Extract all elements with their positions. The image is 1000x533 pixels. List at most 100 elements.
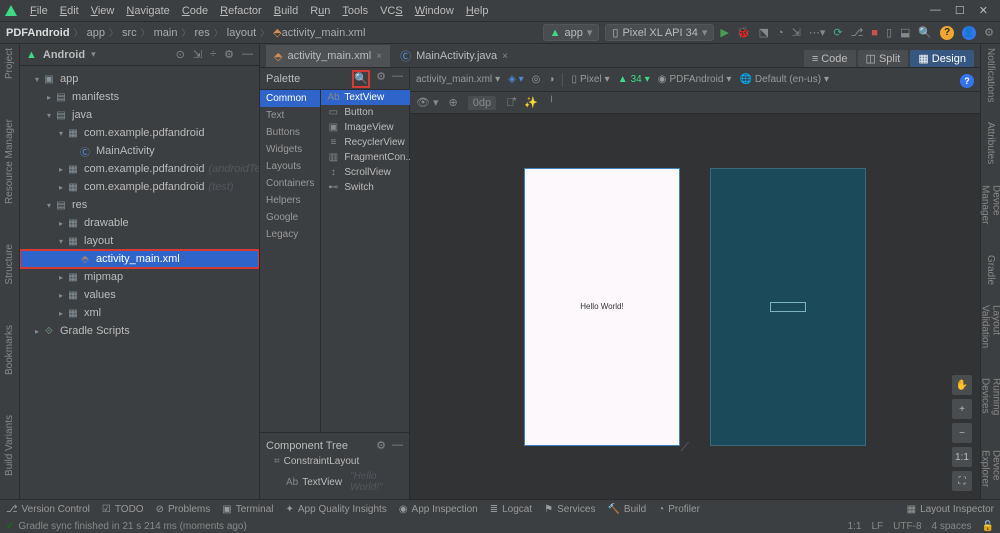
tree-main-activity[interactable]: ⒸMainActivity <box>20 142 259 160</box>
device-type-selector[interactable]: ▯ Pixel ▾ <box>571 74 609 85</box>
zoom-reset[interactable]: 1:1 <box>952 447 972 467</box>
crumb-project[interactable]: PDFAndroid <box>6 27 70 39</box>
menu-file[interactable]: File <box>24 5 54 17</box>
bottom-build[interactable]: 🔨 Build <box>607 504 646 515</box>
strip-bookmarks[interactable]: Bookmarks <box>4 325 15 375</box>
maximize-icon[interactable]: ☐ <box>955 4 965 17</box>
menu-navigate[interactable]: Navigate <box>120 5 175 17</box>
palette-item-recyclerview[interactable]: ≡RecyclerView <box>321 135 419 150</box>
panel-settings-icon[interactable]: ⚙ <box>224 48 234 61</box>
strip-notifications[interactable]: Notifications <box>985 48 996 102</box>
palette-item-fragment[interactable]: ▥FragmentCon... <box>321 150 419 165</box>
strip-project[interactable]: Project <box>4 48 15 79</box>
tree-package-test[interactable]: ▸▦com.example.pdfandroid(test) <box>20 178 259 196</box>
view-mode-design[interactable]: ▦ Design <box>910 50 974 67</box>
coverage-button[interactable]: ⬔ <box>759 26 769 39</box>
infer-constraints-icon[interactable]: ✨ <box>524 96 538 109</box>
palette-item-textview[interactable]: AbTextView <box>321 90 419 105</box>
tree-package-androidtest[interactable]: ▸▦com.example.pdfandroid(androidTest) <box>20 160 259 178</box>
close-tab-icon[interactable]: × <box>376 51 382 62</box>
zoom-in-icon[interactable]: + <box>952 399 972 419</box>
view-options-icon[interactable]: 👁 ▾ <box>416 96 439 109</box>
system-ui-icon[interactable]: ◎ <box>532 74 541 85</box>
bottom-profiler[interactable]: ◔ Profiler <box>658 504 700 515</box>
bottom-quality[interactable]: ✦ App Quality Insights <box>285 504 386 515</box>
status-encoding[interactable]: UTF-8 <box>893 521 921 532</box>
palette-search-icon[interactable]: 🔍 <box>352 70 370 88</box>
autoconnect-icon[interactable]: ⊕ <box>449 96 458 109</box>
tree-values[interactable]: ▸▦values <box>20 286 259 304</box>
zoom-out-icon[interactable]: − <box>952 423 972 443</box>
bottom-todo[interactable]: ☑ TODO <box>102 504 144 515</box>
api-selector[interactable]: ▲ 34 ▾ <box>618 74 650 85</box>
strip-build-variants[interactable]: Build Variants <box>4 415 15 476</box>
strip-layout-validation[interactable]: Layout Validation <box>980 305 1000 358</box>
tree-layout[interactable]: ▾▦layout <box>20 232 259 250</box>
bottom-version-control[interactable]: ⎇ Version Control <box>6 504 90 515</box>
status-position[interactable]: 1:1 <box>848 521 862 532</box>
layout-variant-selector[interactable]: activity_main.xml ▾ <box>416 74 500 85</box>
profile-button[interactable]: ◔ <box>777 27 784 39</box>
menu-run[interactable]: Run <box>304 5 336 17</box>
strip-gradle[interactable]: Gradle <box>985 255 996 285</box>
close-tab-icon[interactable]: × <box>502 51 508 62</box>
tree-mipmap[interactable]: ▸▦mipmap <box>20 268 259 286</box>
palette-item-scrollview[interactable]: ↕ScrollView <box>321 165 419 180</box>
menu-tools[interactable]: Tools <box>336 5 374 17</box>
bottom-logcat[interactable]: ≣ Logcat <box>490 504 532 515</box>
palette-cat-legacy[interactable]: Legacy <box>260 226 320 243</box>
sync-button[interactable]: ⟳ <box>833 26 842 39</box>
palette-cat-containers[interactable]: Containers <box>260 175 320 192</box>
view-mode-split[interactable]: ◫ Split <box>858 50 909 67</box>
strip-running-devices[interactable]: Running Devices <box>980 378 1000 430</box>
device-selector[interactable]: ▯ Pixel XL API 34 ▾ <box>605 24 714 41</box>
tree-package[interactable]: ▾▦com.example.pdfandroid <box>20 124 259 142</box>
menu-vcs[interactable]: VCS <box>374 5 409 17</box>
strip-structure[interactable]: Structure <box>4 244 15 285</box>
menu-code[interactable]: Code <box>176 5 214 17</box>
menu-window[interactable]: Window <box>409 5 460 17</box>
bottom-layout-inspector[interactable]: ▦ Layout Inspector <box>907 504 994 515</box>
orientation-icon[interactable]: ◈ ▾ <box>508 74 524 85</box>
theme-selector[interactable]: ◉ PDFAndroid ▾ <box>658 74 732 85</box>
clear-constraints-icon[interactable]: ✖⃰ <box>506 97 514 109</box>
minimize-icon[interactable]: — <box>930 4 941 17</box>
panel-view-dropdown[interactable]: ▾ <box>91 49 96 60</box>
menu-build[interactable]: Build <box>268 5 304 17</box>
run-button[interactable]: ▶ <box>720 26 728 39</box>
bottom-inspection[interactable]: ◉ App Inspection <box>399 504 478 515</box>
palette-cat-common[interactable]: Common <box>260 90 320 107</box>
strip-attributes[interactable]: Attributes <box>985 122 996 164</box>
tab-activity-main[interactable]: ⬘ activity_main.xml × <box>266 45 390 67</box>
comp-constraintlayout[interactable]: ⌗ConstraintLayout <box>266 454 403 469</box>
crumb-res[interactable]: res <box>195 27 210 39</box>
default-margin[interactable]: 0dp <box>468 96 496 110</box>
palette-cat-layouts[interactable]: Layouts <box>260 158 320 175</box>
tree-xml[interactable]: ▸▦xml <box>20 304 259 322</box>
search-everywhere-icon[interactable]: 🔍 <box>918 26 932 39</box>
tree-activity-main-xml[interactable]: ⬘activity_main.xml <box>20 250 259 268</box>
palette-hide-icon[interactable]: — <box>392 70 403 88</box>
select-opened-icon[interactable]: ⊙ <box>176 48 185 61</box>
status-readonly-icon[interactable]: 🔓 <box>982 521 994 532</box>
menu-edit[interactable]: Edit <box>54 5 85 17</box>
panel-title[interactable]: Android <box>43 49 85 61</box>
hide-panel-icon[interactable]: — <box>242 48 253 61</box>
menu-view[interactable]: View <box>85 5 121 17</box>
crumb-src[interactable]: src <box>122 27 137 39</box>
tree-gradle-scripts[interactable]: ▸⟐Gradle Scripts <box>20 322 259 340</box>
bottom-terminal[interactable]: ▣ Terminal <box>222 504 273 515</box>
palette-settings-icon[interactable]: ⚙ <box>376 70 386 88</box>
palette-cat-helpers[interactable]: Helpers <box>260 192 320 209</box>
attach-button[interactable]: ⇲ <box>792 26 801 39</box>
help-icon[interactable]: ? <box>940 26 954 40</box>
menu-help[interactable]: Help <box>460 5 495 17</box>
tab-main-activity[interactable]: Ⓒ MainActivity.java × <box>392 45 516 67</box>
bottom-problems[interactable]: ⊘ Problems <box>156 504 211 515</box>
palette-item-imageview[interactable]: ▣ImageView <box>321 120 419 135</box>
palette-cat-google[interactable]: Google <box>260 209 320 226</box>
blueprint-textview[interactable] <box>770 302 806 312</box>
tree-manifests[interactable]: ▸▤manifests <box>20 88 259 106</box>
crumb-main[interactable]: main <box>154 27 178 39</box>
run-config-selector[interactable]: ▲ app ▾ <box>543 24 600 41</box>
